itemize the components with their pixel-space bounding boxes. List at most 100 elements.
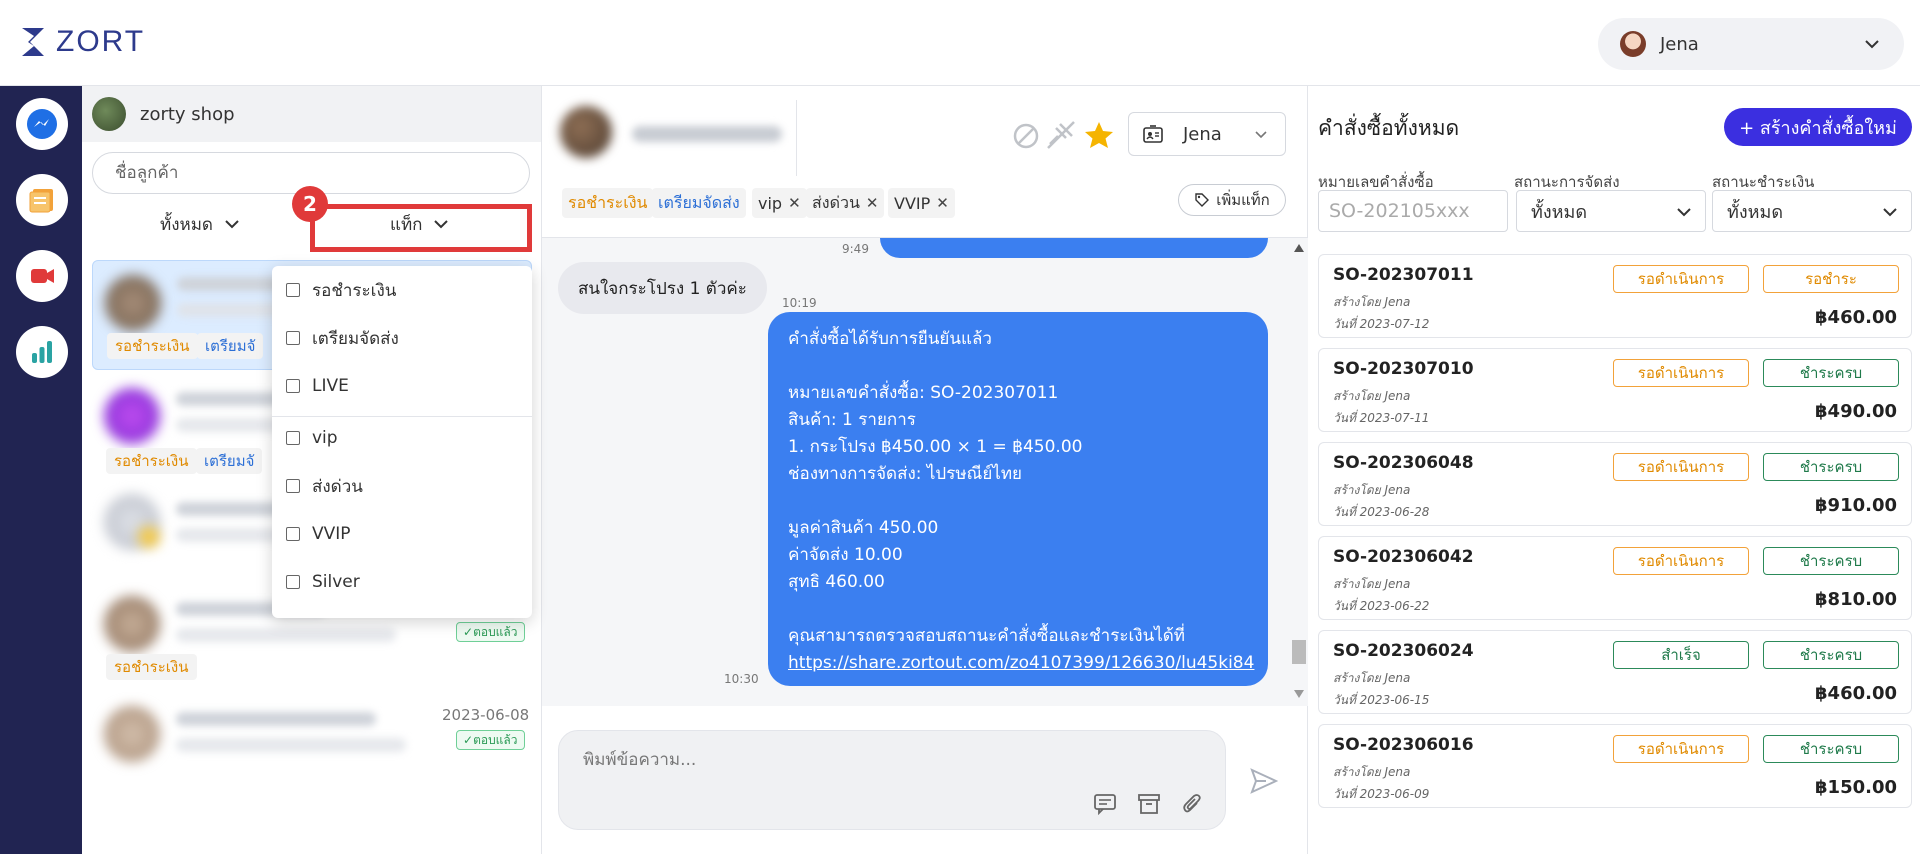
reports-button[interactable] — [16, 326, 68, 378]
chat-customer-name-blurred — [632, 126, 782, 142]
create-order-button[interactable]: + สร้างคำสั่งซื้อใหม่ — [1724, 108, 1912, 146]
order-created-by: สร้างโดย Jena — [1333, 389, 1411, 403]
filter-all-dropdown[interactable]: ทั้งหมด — [160, 206, 241, 242]
remove-tag-icon[interactable]: ✕ — [866, 194, 879, 212]
quick-reply-icon[interactable] — [1093, 793, 1117, 815]
message-scrollbar[interactable] — [1290, 238, 1308, 706]
message-line: สินค้า: 1 รายการ — [788, 410, 916, 430]
chat-panel: Jena รอชำระเงิน เตรียมจัดส่ง vip ✕ ส่งด่ว… — [542, 86, 1308, 854]
payment-status-badge: รอชำระ — [1763, 265, 1899, 293]
order-card[interactable]: SO-202306048 สร้างโดย Jena วันที่ 2023-06-… — [1318, 442, 1912, 526]
order-number: SO-202307010 — [1333, 359, 1474, 379]
order-amount: ฿910.00 — [1815, 495, 1897, 516]
checkbox[interactable] — [286, 331, 300, 345]
payment-status-badge: ชำระครบ — [1763, 359, 1899, 387]
add-tag-button[interactable]: เพิ่มแท็ก — [1178, 184, 1286, 216]
tag-option[interactable]: Silver — [272, 562, 532, 602]
checkbox[interactable] — [286, 283, 300, 297]
tag-option[interactable]: LIVE — [272, 366, 532, 406]
tag-option[interactable]: เตรียมจัดส่ง — [272, 318, 532, 358]
messenger-button[interactable] — [16, 98, 68, 150]
customer-avatar — [104, 388, 160, 444]
tag-option-label: รอชำระเงิน — [312, 280, 397, 301]
message-line: ค่าจัดส่ง 10.00 — [788, 545, 903, 565]
tag-filter-menu: รอชำระเงิน เตรียมจัดส่ง LIVE vip ส่งด่วน… — [272, 266, 532, 618]
status-emoji — [138, 526, 160, 548]
tag-option[interactable]: vip — [272, 418, 532, 458]
chat-header: Jena รอชำระเงิน เตรียมจัดส่ง vip ✕ ส่งด่ว… — [542, 86, 1307, 238]
replied-badge: ✓ ตอบแล้ว — [456, 622, 525, 642]
order-status-badge: รอดำเนินการ — [1613, 359, 1749, 387]
tag-option[interactable]: รอชำระเงิน — [272, 270, 532, 310]
message-time: 9:49 — [842, 242, 869, 256]
conversation-tag: เตรียมจั — [196, 448, 263, 474]
remove-tag-icon[interactable]: ✕ — [788, 194, 801, 212]
messenger-icon — [27, 109, 57, 139]
order-created-by: สร้างโดย Jena — [1333, 295, 1411, 309]
chat-tag: vip ✕ — [752, 188, 807, 218]
order-card[interactable]: SO-202306016 สร้างโดย Jena วันที่ 2023-06-… — [1318, 724, 1912, 808]
user-name: Jena — [1660, 33, 1699, 55]
checkbox[interactable] — [286, 379, 300, 393]
checkbox[interactable] — [286, 431, 300, 445]
tag-option[interactable]: ส่งด่วน — [272, 466, 532, 506]
order-amount: ฿490.00 — [1815, 401, 1897, 422]
scroll-down-icon[interactable] — [1294, 690, 1304, 698]
tag-option-label: ส่งด่วน — [312, 476, 363, 497]
scroll-up-icon[interactable] — [1294, 244, 1304, 252]
order-date: วันที่ 2023-06-09 — [1333, 787, 1430, 801]
incoming-message: สนใจกระโปรง 1 ตัวค่ะ — [558, 262, 767, 314]
shop-avatar — [92, 97, 126, 131]
shipping-status-value: ทั้งหมด — [1531, 201, 1588, 223]
chat-tag: VVIP ✕ — [888, 188, 955, 218]
conversation-item[interactable]: 2023-06-08 ✓ ตอบแล้ว — [92, 696, 532, 782]
payment-status-badge: ชำระครบ — [1763, 453, 1899, 481]
message-preview-blurred — [176, 738, 406, 752]
remove-tag-icon[interactable]: ✕ — [936, 194, 949, 212]
payment-status-select[interactable]: ทั้งหมด — [1712, 190, 1912, 232]
paperclip-icon[interactable] — [1181, 793, 1203, 817]
order-card[interactable]: SO-202306024 สร้างโดย Jena วันที่ 2023-06-… — [1318, 630, 1912, 714]
replied-label: ตอบแล้ว — [473, 624, 518, 639]
message-line-blank — [788, 488, 1248, 515]
shipping-status-select[interactable]: ทั้งหมด — [1516, 190, 1706, 232]
checkbox[interactable] — [286, 575, 300, 589]
star-icon[interactable] — [1084, 120, 1114, 150]
order-status-badge: รอดำเนินการ — [1613, 547, 1749, 575]
order-created-by: สร้างโดย Jena — [1333, 483, 1411, 497]
payment-status-badge: ชำระครบ — [1763, 547, 1899, 575]
add-tag-label: เพิ่มแท็ก — [1216, 191, 1270, 209]
contact-card-icon — [1143, 125, 1163, 143]
orders-button[interactable] — [16, 174, 68, 226]
tag-option[interactable]: VVIP — [272, 514, 532, 554]
archive-box-icon[interactable] — [1137, 793, 1161, 815]
pin-off-icon[interactable] — [1044, 120, 1078, 150]
user-menu[interactable]: Jena — [1598, 18, 1904, 70]
checkbox[interactable] — [286, 527, 300, 541]
block-icon[interactable] — [1012, 122, 1040, 150]
order-card[interactable]: SO-202307011 สร้างโดย Jena วันที่ 2023-07-… — [1318, 254, 1912, 338]
message-input[interactable] — [583, 745, 1003, 775]
assignee-select[interactable]: Jena — [1128, 112, 1286, 156]
live-button[interactable] — [16, 250, 68, 302]
order-amount: ฿460.00 — [1815, 683, 1897, 704]
order-card[interactable]: SO-202306042 สร้างโดย Jena วันที่ 2023-06-… — [1318, 536, 1912, 620]
send-icon[interactable] — [1250, 768, 1278, 794]
order-status-badge: รอดำเนินการ — [1613, 453, 1749, 481]
zort-logo[interactable]: ZORT — [20, 24, 145, 60]
replied-label: ตอบแล้ว — [473, 732, 518, 747]
conversation-date: 2023-06-08 — [442, 706, 530, 724]
order-card[interactable]: SO-202307010 สร้างโดย Jena วันที่ 2023-07-… — [1318, 348, 1912, 432]
customer-panel: zorty shop ทั้งหมด แท็ก 2 รอชำระเงิน เตร… — [82, 86, 542, 854]
chevron-down-icon — [1677, 208, 1691, 217]
message-list[interactable]: 9:49 สนใจกระโปรง 1 ตัวค่ะ 10:19 คำสั่งซื… — [542, 238, 1308, 706]
orders-panel: คำสั่งซื้อทั้งหมด + สร้างคำสั่งซื้อใหม่ … — [1308, 86, 1920, 854]
reports-chart-icon — [32, 341, 52, 363]
tag-option-label: vip — [312, 428, 338, 448]
order-number-input[interactable] — [1318, 190, 1508, 232]
order-number: SO-202306024 — [1333, 641, 1474, 661]
scroll-thumb[interactable] — [1292, 640, 1306, 664]
checkbox[interactable] — [286, 479, 300, 493]
order-share-link[interactable]: https://share.zortout.com/zo4107399/1266… — [788, 650, 1254, 677]
order-created-by: สร้างโดย Jena — [1333, 671, 1411, 685]
